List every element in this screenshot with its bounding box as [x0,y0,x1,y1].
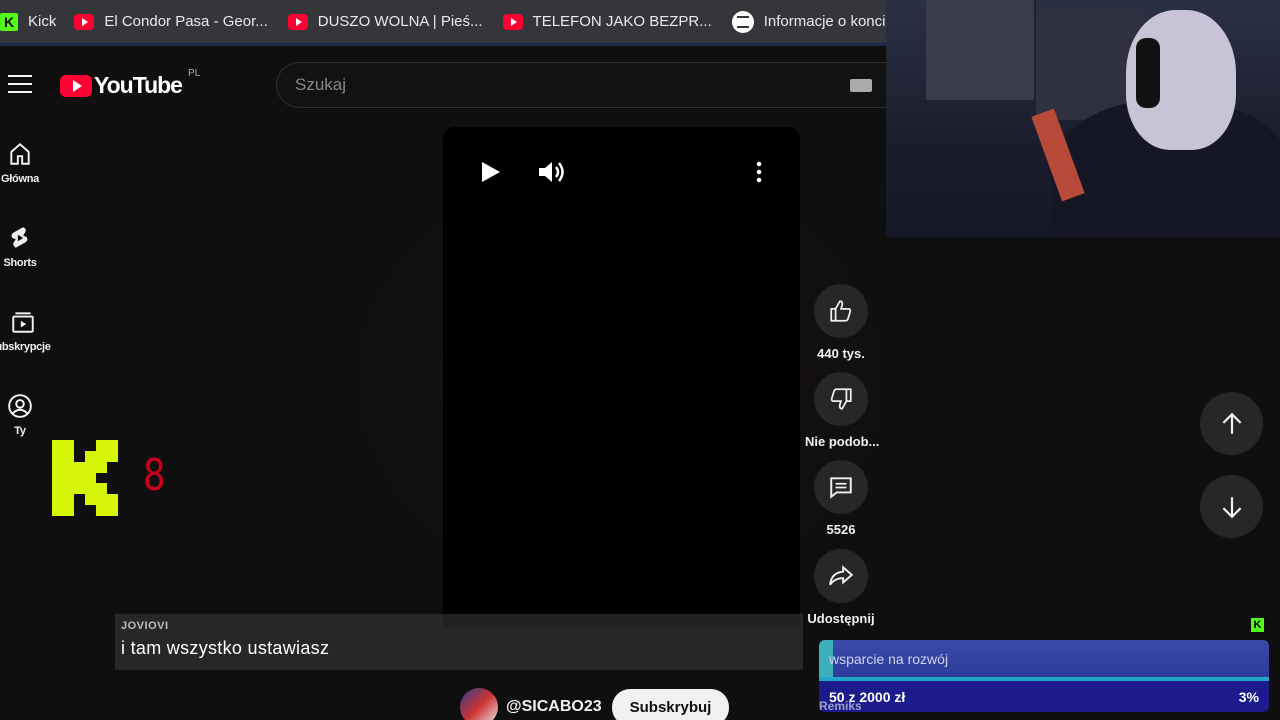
bookmarks-bar: K Kick El Condor Pasa - Geor... DUSZO WO… [0,0,903,46]
video-player[interactable] [443,127,800,627]
youtube-wordmark: YouTube [94,72,183,98]
screen: K Kick El Condor Pasa - Geor... DUSZO WO… [0,0,1280,720]
arrow-down-icon [1222,496,1241,518]
dislike-label: Nie podob... [805,434,880,449]
home-icon [10,142,30,165]
thumbs-down-icon [830,388,852,410]
share-icon [829,565,854,586]
keyboard-icon[interactable] [850,79,872,92]
sidebar-item-label: Shorts [3,257,37,269]
kick-small-icon: K [1251,618,1264,632]
webcam-headset [1136,38,1160,108]
sidebar-item-shorts[interactable]: Shorts [0,225,40,269]
webcam-feed [886,0,1280,237]
comments-count: 5526 [826,522,856,537]
bookmark-label: El Condor Pasa - Geor... [104,13,268,30]
bookmark-label: DUSZO WOLNA | Pieś... [317,13,483,30]
donation-goal-widget: wsparcie na rozwój 50 z 2000 zł 3% [819,640,1269,712]
search-input[interactable]: Szukaj [276,62,886,108]
kick-icon: K [0,12,18,31]
more-options-icon[interactable] [752,161,766,183]
bookmark-label: Kick [28,13,57,30]
bookmark-kick[interactable]: K Kick [0,0,68,45]
comment-icon [830,477,852,499]
share-button[interactable]: Udostępnij [800,549,882,626]
comments-button[interactable]: 5526 [805,460,877,537]
play-icon[interactable] [479,161,501,183]
volume-icon[interactable] [537,159,565,185]
chat-message-text: i tam wszystko ustawiasz [121,638,330,658]
sidebar-item-label: ubskrypcje [0,341,51,353]
goal-percent: 3% [1238,688,1259,705]
share-label: Udostępnij [807,611,875,626]
goal-footer: Remiks [819,699,862,713]
webcam-background [926,0,1036,100]
sidebar-item-label: Główna [1,173,39,185]
youtube-icon [74,13,95,30]
thumbs-up-icon [830,300,852,322]
youtube-logo[interactable]: YouTube PL [60,68,200,99]
previous-video-button[interactable] [1200,392,1263,455]
subscriptions-icon [12,312,34,333]
channel-row: @SICABO23 Subskrybuj [460,688,730,720]
sidebar-item-home[interactable]: Główna [0,141,40,185]
channel-avatar[interactable] [460,688,498,720]
chat-message-overlay: JOVIOVI i tam wszystko ustawiasz [115,614,803,670]
bookmark-label: Informacje o koncie - [763,13,903,30]
sidebar-item-label: Ty [14,425,26,437]
youtube-icon [502,13,523,30]
arrow-up-icon [1222,412,1241,434]
bookmark-youtube-3[interactable]: TELEFON JAKO BEZPR... [502,0,724,45]
search-placeholder: Szukaj [295,75,347,94]
dislike-button[interactable]: Nie podob... [805,372,880,449]
bookmark-label: TELEFON JAKO BEZPR... [532,13,712,30]
subscribe-button[interactable]: Subskrybuj [611,688,730,720]
kick-logo-icon [52,440,118,516]
like-count: 440 tys. [817,346,865,361]
bookmark-youtube-2[interactable]: DUSZO WOLNA | Pieś... [287,0,495,45]
like-button[interactable]: 440 tys. [805,284,877,361]
sidebar-item-you[interactable]: Ty [0,393,40,437]
kick-viewer-count: 8 [142,450,166,501]
shorts-icon [11,227,28,248]
hamburger-menu-icon[interactable] [8,75,32,95]
youtube-play-icon [60,74,92,97]
goal-title: wsparcie na rozwój [829,650,949,667]
next-video-button[interactable] [1200,475,1263,538]
spotify-icon [731,10,754,33]
country-code: PL [187,68,201,79]
user-icon [8,394,32,418]
youtube-icon [287,13,308,30]
chat-username: JOVIOVI [121,620,169,632]
bookmark-youtube-1[interactable]: El Condor Pasa - Geor... [74,0,279,45]
channel-handle[interactable]: @SICABO23 [506,698,602,716]
sidebar-item-subscriptions[interactable]: ubskrypcje [0,309,52,353]
